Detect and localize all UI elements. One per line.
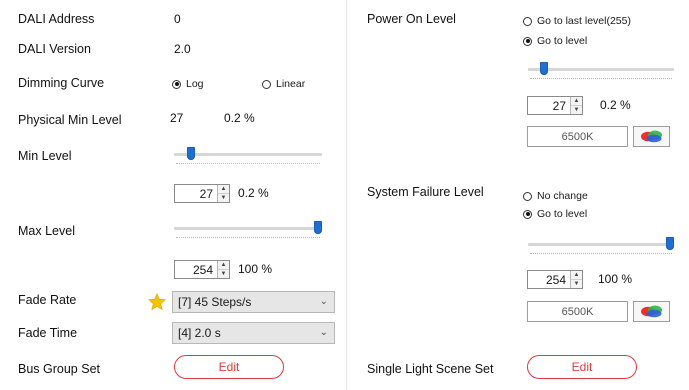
star-icon[interactable] (148, 293, 166, 310)
max-level-percent: 100 % (238, 262, 273, 276)
fade-time-value: [4] 2.0 s (178, 326, 221, 340)
column-divider (346, 0, 347, 390)
radio-selected-icon (523, 209, 532, 219)
power-on-color-temp[interactable]: 6500K (527, 126, 628, 147)
dali-address-label: DALI Address (18, 12, 95, 26)
system-failure-label: System Failure Level (367, 185, 484, 199)
dimming-curve-linear-radio[interactable]: Linear (262, 78, 305, 90)
slider-ticks (530, 253, 672, 256)
color-wheel-icon (640, 130, 662, 143)
power-on-go-to-level-radio[interactable]: Go to level (523, 35, 587, 47)
power-on-slider[interactable] (528, 61, 674, 81)
radio-unselected-icon (523, 16, 532, 26)
system-failure-value: 254 (545, 272, 566, 287)
slider-track (528, 68, 674, 71)
spinner-arrows[interactable]: ▲ ▼ (570, 97, 582, 114)
max-level-spinner[interactable]: 254 ▲ ▼ (174, 260, 230, 279)
min-level-slider[interactable] (174, 146, 322, 166)
min-level-spinner[interactable]: 27 ▲ ▼ (174, 184, 230, 203)
max-level-value: 254 (192, 262, 213, 277)
system-failure-spinner[interactable]: 254 ▲ ▼ (527, 270, 583, 289)
system-failure-no-change-label: No change (537, 190, 588, 202)
up-arrow-icon[interactable]: ▲ (218, 185, 229, 194)
physical-min-value: 27 (170, 111, 184, 125)
system-failure-color-picker-button[interactable] (633, 301, 670, 322)
system-failure-go-to-level-label: Go to level (537, 208, 588, 220)
dali-version-label: DALI Version (18, 42, 91, 56)
chevron-down-icon: ⌄ (319, 296, 328, 307)
down-arrow-icon[interactable]: ▼ (571, 280, 582, 288)
spinner-arrows[interactable]: ▲ ▼ (217, 261, 229, 278)
spinner-arrows[interactable]: ▲ ▼ (570, 271, 582, 288)
down-arrow-icon[interactable]: ▼ (218, 270, 229, 278)
radio-selected-icon (523, 36, 532, 46)
dimming-curve-linear-label: Linear (276, 78, 306, 90)
dimming-curve-log-radio[interactable]: Log (172, 78, 204, 90)
physical-min-label: Physical Min Level (18, 113, 122, 127)
power-on-color-picker-button[interactable] (633, 126, 670, 147)
bus-group-edit-button[interactable]: Edit (174, 355, 284, 379)
chevron-down-icon: ⌄ (319, 327, 328, 338)
fade-rate-label: Fade Rate (18, 293, 77, 307)
color-wheel-icon (640, 305, 662, 318)
fade-rate-dropdown[interactable]: [7] 45 Steps/s ⌄ (172, 291, 335, 313)
dali-version-value: 2.0 (174, 42, 191, 56)
power-on-label: Power On Level (367, 12, 456, 26)
dali-address-value: 0 (174, 12, 181, 26)
fade-time-label: Fade Time (18, 326, 78, 340)
down-arrow-icon[interactable]: ▼ (571, 106, 582, 114)
single-scene-label: Single Light Scene Set (367, 362, 494, 376)
system-failure-go-to-level-radio[interactable]: Go to level (523, 208, 587, 220)
dimming-curve-log-label: Log (186, 78, 204, 90)
power-on-percent: 0.2 % (600, 98, 631, 112)
dimming-curve-label: Dimming Curve (18, 76, 105, 90)
radio-selected-icon (172, 79, 181, 89)
slider-ticks (176, 163, 320, 166)
slider-ticks (176, 237, 320, 240)
power-on-go-to-level-label: Go to level (537, 35, 588, 47)
spinner-arrows[interactable]: ▲ ▼ (217, 185, 229, 202)
max-level-slider[interactable] (174, 220, 322, 240)
system-failure-percent: 100 % (598, 272, 633, 286)
power-on-last-level-label: Go to last level(255) (537, 15, 631, 27)
min-level-percent: 0.2 % (238, 186, 269, 200)
system-failure-color-temp[interactable]: 6500K (527, 301, 628, 322)
slider-thumb[interactable] (186, 147, 195, 160)
slider-thumb[interactable] (540, 62, 549, 75)
slider-thumb[interactable] (314, 221, 322, 234)
fade-time-dropdown[interactable]: [4] 2.0 s ⌄ (172, 322, 335, 344)
up-arrow-icon[interactable]: ▲ (571, 271, 582, 280)
slider-thumb[interactable] (666, 237, 674, 250)
power-on-spinner[interactable]: 27 ▲ ▼ (527, 96, 583, 115)
slider-track (174, 153, 322, 156)
fade-rate-value: [7] 45 Steps/s (178, 295, 252, 309)
up-arrow-icon[interactable]: ▲ (571, 97, 582, 106)
down-arrow-icon[interactable]: ▼ (218, 194, 229, 202)
radio-unselected-icon (523, 191, 532, 201)
single-scene-edit-button[interactable]: Edit (527, 355, 637, 379)
min-level-label: Min Level (18, 149, 72, 163)
radio-unselected-icon (262, 79, 271, 89)
power-on-last-level-radio[interactable]: Go to last level(255) (523, 15, 631, 27)
power-on-value: 27 (552, 98, 566, 113)
min-level-value: 27 (199, 186, 213, 201)
bus-group-label: Bus Group Set (18, 362, 100, 376)
system-failure-no-change-radio[interactable]: No change (523, 190, 588, 202)
max-level-label: Max Level (18, 224, 75, 238)
physical-min-percent: 0.2 % (224, 111, 255, 125)
system-failure-slider[interactable] (528, 236, 674, 256)
slider-track (528, 243, 674, 246)
up-arrow-icon[interactable]: ▲ (218, 261, 229, 270)
slider-ticks (530, 78, 672, 81)
slider-track (174, 227, 322, 230)
